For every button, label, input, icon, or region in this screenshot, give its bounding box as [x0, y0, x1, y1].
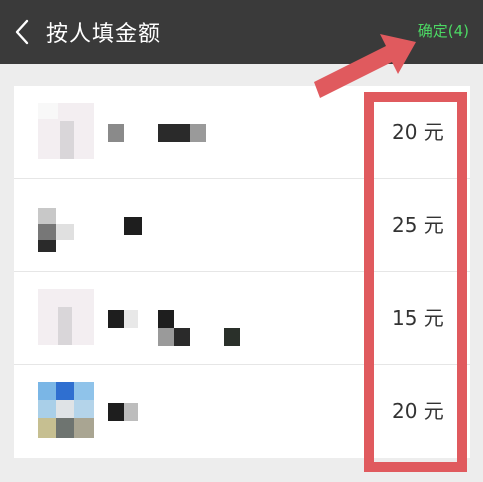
arrow-icon — [314, 34, 416, 98]
back-button[interactable] — [0, 0, 44, 64]
avatar — [38, 289, 94, 345]
page-title: 按人填金额 — [46, 22, 162, 47]
name-text — [124, 217, 164, 235]
chevron-left-icon — [15, 19, 29, 45]
name-text — [108, 124, 218, 142]
name-text — [108, 310, 248, 328]
name-text-line2 — [158, 328, 258, 346]
avatar — [38, 382, 94, 438]
name-text — [108, 403, 148, 421]
avatar — [38, 103, 94, 159]
highlight-box — [364, 92, 467, 472]
avatar — [38, 196, 94, 252]
